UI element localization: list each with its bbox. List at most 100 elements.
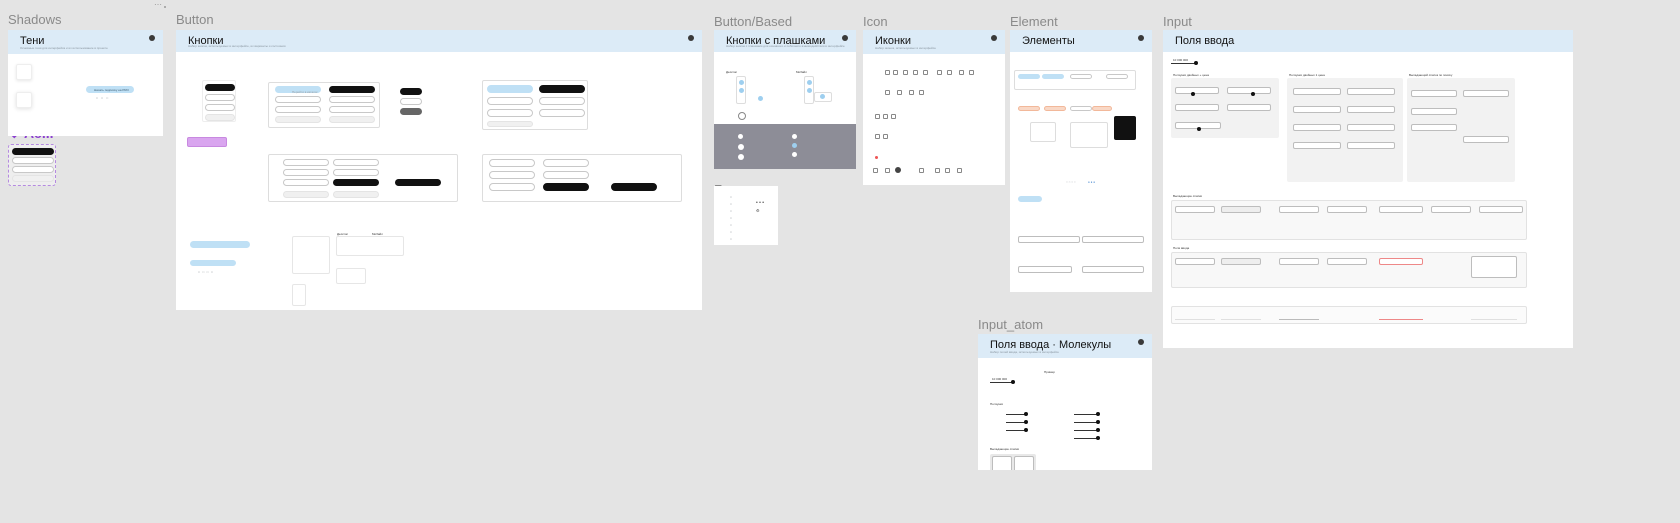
input-dropdown[interactable]: [1431, 206, 1471, 213]
sample-button[interactable]: [400, 108, 422, 115]
frame-button[interactable]: Кнопки Набор кнопок, используемых в инте…: [176, 30, 702, 310]
input-field[interactable]: [1227, 104, 1271, 111]
sample-button[interactable]: [205, 94, 235, 101]
frame-misc[interactable]: □ □ □ □ □ □ □ • • • ⚙: [714, 186, 778, 245]
sample-button[interactable]: [539, 97, 585, 105]
input-dropdown[interactable]: [1411, 124, 1457, 131]
input-slider-thumb[interactable]: [1194, 61, 1198, 65]
element-stepper[interactable]: ○ ○ ○ ○: [1066, 180, 1076, 184]
frame-label-button-based[interactable]: Button/Based: [714, 14, 792, 29]
based-icon-button[interactable]: [807, 88, 812, 93]
element-select[interactable]: [1018, 266, 1072, 273]
sample-button[interactable]: [333, 159, 379, 166]
input-field[interactable]: [1175, 104, 1219, 111]
based-icon-button[interactable]: [820, 94, 825, 99]
component-set[interactable]: [8, 144, 56, 186]
frame-element[interactable]: Элементы ○ ○ ○ ○ ● ● ●: [1010, 30, 1152, 292]
atom-slider-thumb[interactable]: [1096, 420, 1100, 424]
input-field[interactable]: [1347, 106, 1395, 113]
element-select[interactable]: [1082, 266, 1144, 273]
input-field[interactable]: [1293, 106, 1341, 113]
canvas-handle-dots[interactable]: ⋯: [154, 0, 162, 9]
component-variant-white[interactable]: [12, 157, 54, 164]
element-tag-orange[interactable]: [1092, 106, 1112, 111]
atom-slider-thumb[interactable]: [1096, 428, 1100, 432]
input-field[interactable]: [1293, 142, 1341, 149]
sample-button[interactable]: [283, 169, 329, 176]
input-field[interactable]: [1327, 258, 1367, 265]
element-tag[interactable]: [1042, 74, 1064, 79]
frame-label-shadows[interactable]: Shadows: [8, 12, 61, 27]
sample-button[interactable]: [333, 191, 379, 198]
component-variant-outline[interactable]: [12, 166, 54, 173]
input-field[interactable]: [1347, 124, 1395, 131]
frame-shadows[interactable]: Тени Основные тени для интерфейса и их и…: [8, 30, 163, 136]
sample-button[interactable]: [543, 171, 589, 179]
element-tag[interactable]: [1070, 106, 1092, 111]
sample-button[interactable]: [487, 109, 533, 117]
sample-button[interactable]: [489, 159, 535, 167]
element-tag-orange[interactable]: [1018, 106, 1040, 111]
sample-button[interactable]: [543, 159, 589, 167]
sample-button[interactable]: [283, 179, 329, 186]
input-slider-thumb[interactable]: [1251, 92, 1255, 96]
atom-slider-thumb[interactable]: [1096, 412, 1100, 416]
input-field[interactable]: [1227, 87, 1271, 94]
sample-button[interactable]: [190, 260, 236, 266]
input-field[interactable]: [1293, 124, 1341, 131]
sample-button[interactable]: [489, 171, 535, 179]
atom-slider-thumb[interactable]: [1096, 436, 1100, 440]
sample-button[interactable]: [329, 106, 375, 113]
element-tag[interactable]: [1106, 74, 1128, 79]
sample-button[interactable]: [487, 85, 533, 93]
input-dropdown[interactable]: [1175, 206, 1215, 213]
sample-button[interactable]: [611, 183, 657, 191]
input-field[interactable]: [1293, 88, 1341, 95]
based-dark-button[interactable]: [792, 143, 797, 148]
based-dark-button[interactable]: [738, 134, 743, 139]
input-field[interactable]: [1221, 258, 1261, 265]
input-dropdown[interactable]: [1411, 108, 1457, 115]
sample-button[interactable]: [283, 159, 329, 166]
sample-button[interactable]: [190, 241, 250, 248]
frame-label-input[interactable]: Input: [1163, 14, 1192, 29]
element-select[interactable]: [1018, 236, 1080, 243]
sample-button[interactable]: [329, 96, 375, 103]
element-dots[interactable]: ● ● ●: [1088, 180, 1095, 184]
input-field[interactable]: [1347, 88, 1395, 95]
atom-slider-thumb[interactable]: [1011, 380, 1015, 384]
sample-button[interactable]: [333, 179, 379, 186]
based-icon-button[interactable]: [758, 96, 763, 101]
frame-label-element[interactable]: Element: [1010, 14, 1058, 29]
input-dropdown[interactable]: [1327, 206, 1367, 213]
sample-button[interactable]: [539, 109, 585, 117]
element-tag-orange[interactable]: [1044, 106, 1066, 111]
sample-button[interactable]: [283, 191, 329, 198]
component-variant-black[interactable]: [12, 148, 54, 155]
input-dropdown[interactable]: [1411, 90, 1457, 97]
input-field[interactable]: [1347, 142, 1395, 149]
input-field[interactable]: [1175, 258, 1215, 265]
sample-button[interactable]: [400, 98, 422, 105]
frame-label-button[interactable]: Button: [176, 12, 214, 27]
sample-button[interactable]: [487, 121, 533, 127]
sample-button[interactable]: [275, 116, 321, 123]
input-field[interactable]: [1175, 87, 1219, 94]
frame-icon[interactable]: Иконки Набор иконок, используемых в инте…: [863, 30, 1005, 185]
input-field[interactable]: [1279, 258, 1319, 265]
input-slider-thumb[interactable]: [1197, 127, 1201, 131]
sample-button[interactable]: [543, 183, 589, 191]
input-dropdown[interactable]: [1463, 90, 1509, 97]
element-tag[interactable]: [1070, 74, 1092, 79]
input-slider-thumb[interactable]: [1191, 92, 1195, 96]
atom-dropdown[interactable]: [992, 456, 1012, 470]
atom-dropdown[interactable]: [1014, 456, 1034, 470]
based-icon-button[interactable]: [738, 112, 746, 120]
sample-button[interactable]: [400, 88, 422, 95]
sample-button[interactable]: [205, 104, 235, 111]
based-icon-button[interactable]: [739, 80, 744, 85]
component-variant-disabled[interactable]: [12, 175, 54, 182]
input-field-error[interactable]: [1379, 258, 1423, 265]
sample-button[interactable]: [205, 84, 235, 91]
frame-button-based[interactable]: Кнопки с плашками Набор кнопок с плашкам…: [714, 30, 856, 169]
